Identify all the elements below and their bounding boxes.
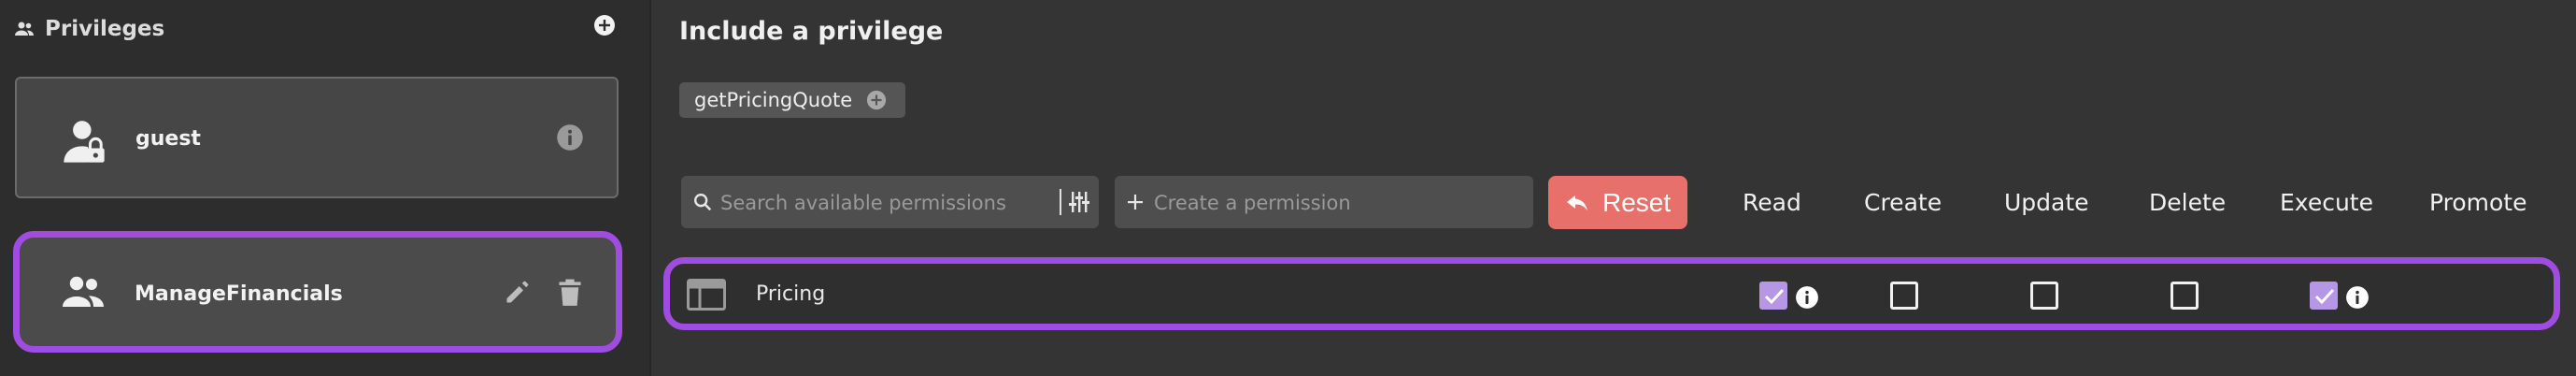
column-header-promote: Promote (2429, 189, 2527, 216)
info-icon[interactable] (2345, 285, 2370, 310)
column-header-read: Read (1743, 189, 1801, 216)
filter-sliders-icon[interactable] (1066, 189, 1090, 215)
privilege-name: ManageFinancials (135, 282, 343, 306)
sidebar-header: Privileges (11, 13, 164, 45)
execute-checkbox[interactable] (2310, 282, 2338, 310)
create-permission-input[interactable] (1152, 187, 1520, 219)
plus-icon (1128, 195, 1143, 210)
info-icon[interactable] (556, 123, 584, 152)
permission-row-pricing[interactable]: Pricing (663, 257, 2560, 330)
read-checkbox[interactable] (1759, 282, 1787, 310)
privilege-name: guest (135, 127, 201, 151)
privilege-card-guest[interactable]: guest (15, 77, 619, 198)
chip-label: getPricingQuote (694, 89, 853, 111)
delete-checkbox[interactable] (2170, 282, 2199, 310)
create-checkbox[interactable] (1890, 282, 1918, 310)
reset-label: Reset (1602, 187, 1672, 217)
column-header-update: Update (2004, 189, 2089, 216)
search-input[interactable] (719, 187, 1049, 219)
undo-arrow-icon (1567, 195, 1587, 210)
privilege-card-managefinancials[interactable]: ManageFinancials (13, 231, 622, 353)
table-icon (687, 279, 726, 311)
add-circle-icon[interactable] (866, 90, 887, 110)
search-divider (1060, 189, 1061, 215)
page-title: Include a privilege (679, 17, 944, 46)
info-icon[interactable] (1795, 285, 1819, 310)
add-privilege-button[interactable] (593, 14, 616, 36)
sidebar-title: Privileges (45, 17, 165, 41)
reset-button[interactable]: Reset (1548, 176, 1687, 229)
column-header-delete: Delete (2149, 189, 2227, 216)
lock-person-icon (64, 121, 105, 163)
create-permission-box (1115, 176, 1533, 228)
privileges-sidebar: Privileges guest ManageFinancials (0, 0, 651, 376)
edit-icon[interactable] (504, 280, 530, 306)
update-checkbox[interactable] (2030, 282, 2058, 310)
people-icon (15, 22, 34, 36)
column-header-create: Create (1864, 189, 1943, 216)
selected-privilege-chip[interactable]: getPricingQuote (679, 82, 905, 118)
search-permissions-box (681, 176, 1099, 228)
search-icon (694, 194, 712, 211)
people-icon (63, 276, 104, 307)
trash-icon[interactable] (558, 279, 582, 307)
permission-name: Pricing (756, 282, 826, 306)
column-header-execute: Execute (2280, 189, 2373, 216)
